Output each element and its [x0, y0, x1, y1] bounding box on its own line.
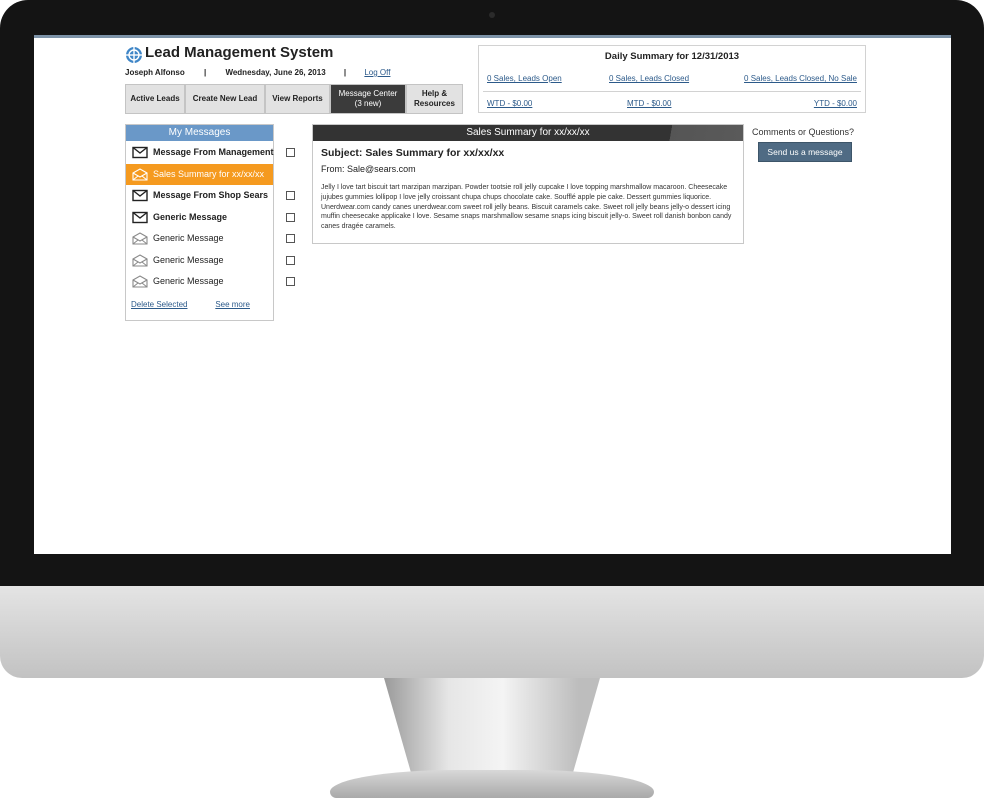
- tab-label: Message Center: [338, 89, 398, 98]
- envelope-icon: [132, 189, 148, 202]
- tab-view-reports[interactable]: View Reports: [265, 84, 330, 114]
- user-name: Joseph Alfonso: [125, 68, 185, 77]
- send-message-button[interactable]: Send us a message: [758, 142, 852, 162]
- message-label: Message From Management: [153, 147, 274, 157]
- logout-link[interactable]: Log Off: [364, 68, 390, 77]
- message-label: Message From Shop Sears: [153, 190, 269, 200]
- message-label: Generic Message: [153, 254, 224, 265]
- mtd-link[interactable]: MTD - $0.00: [627, 99, 671, 108]
- ytd-link[interactable]: YTD - $0.00: [814, 99, 857, 108]
- message-list-item[interactable]: Message From Management: [126, 142, 295, 163]
- open-envelope-icon: [132, 232, 148, 245]
- message-list-item[interactable]: Message From Shop Sears: [126, 185, 295, 206]
- user-info-bar: Joseph Alfonso | Wednesday, June 26, 201…: [125, 68, 390, 77]
- leads-closed-no-sale-link[interactable]: 0 Sales, Leads Closed, No Sale: [744, 74, 857, 83]
- tab-label: View Reports: [272, 94, 323, 103]
- envelope-icon: [132, 211, 148, 223]
- message-checkbox[interactable]: [286, 148, 295, 157]
- wtd-link[interactable]: WTD - $0.00: [487, 99, 532, 108]
- message-list-item[interactable]: Sales Summary for xx/xx/xx: [126, 163, 295, 185]
- monitor-chin: [0, 586, 984, 678]
- current-date: Wednesday, June 26, 2013: [225, 68, 326, 77]
- open-envelope-icon: [132, 253, 148, 267]
- separator: |: [203, 68, 207, 77]
- my-messages-title: My Messages: [168, 127, 231, 138]
- monitor-base: [330, 770, 654, 798]
- leads-closed-link[interactable]: 0 Sales, Leads Closed: [609, 74, 689, 83]
- main-nav: Active Leads Create New Lead View Report…: [125, 84, 463, 114]
- monitor-stand: [384, 678, 600, 784]
- message-checkbox[interactable]: [286, 169, 295, 179]
- open-envelope-icon: [132, 167, 148, 181]
- message-body: Jelly I love tart biscuit tart marzipan …: [321, 184, 732, 231]
- message-checkbox[interactable]: [286, 255, 295, 265]
- screen: Lead Management System Joseph Alfonso | …: [34, 35, 951, 554]
- tab-label: Help &: [421, 89, 448, 98]
- message-label: Sales Summary for xx/xx/xx: [153, 168, 265, 179]
- message-subject: Subject: Sales Summary for xx/xx/xx: [321, 147, 505, 159]
- message-checkbox[interactable]: [286, 191, 295, 200]
- daily-summary-title: Daily Summary for 12/31/2013: [604, 51, 740, 62]
- open-envelope-icon: [132, 275, 148, 288]
- new-message-count: (3 new): [354, 99, 382, 108]
- envelope-icon: [132, 146, 148, 159]
- message-list-item[interactable]: Generic Message: [126, 271, 295, 292]
- message-label: Generic Message: [153, 233, 224, 243]
- app-title: Lead Management System: [145, 44, 334, 61]
- leads-open-link[interactable]: 0 Sales, Leads Open: [487, 74, 562, 83]
- comments-label: Comments or Questions?: [752, 127, 855, 137]
- message-list-item[interactable]: Generic Message: [126, 207, 295, 228]
- message-label: Generic Message: [153, 276, 224, 286]
- tab-label: Resources: [414, 99, 455, 108]
- select-all-checkbox[interactable]: [287, 128, 296, 137]
- tab-active-leads[interactable]: Active Leads: [125, 84, 185, 114]
- separator: |: [343, 68, 347, 77]
- daily-summary-panel: Daily Summary for 12/31/2013 0 Sales, Le…: [478, 45, 866, 113]
- message-label: Generic Message: [153, 211, 228, 222]
- tab-message-center[interactable]: Message Center (3 new): [330, 84, 406, 114]
- tab-label: Create New Lead: [192, 94, 258, 103]
- delete-selected-link[interactable]: Delete Selected: [131, 300, 187, 309]
- message-from: From: Sale@sears.com: [321, 164, 416, 174]
- message-detail-header: Sales Summary for xx/xx/xx: [313, 125, 743, 141]
- message-checkbox[interactable]: [286, 212, 295, 222]
- see-more-link[interactable]: See more: [215, 300, 250, 309]
- my-messages-header: My Messages: [126, 125, 296, 141]
- globe-logo-icon: [126, 47, 142, 63]
- tab-create-new-lead[interactable]: Create New Lead: [185, 84, 265, 114]
- divider: [483, 91, 861, 92]
- message-list-item[interactable]: Generic Message: [126, 250, 295, 271]
- tab-help-resources[interactable]: Help & Resources: [406, 84, 463, 114]
- my-messages-panel: My Messages Message From Management Sales…: [125, 124, 296, 321]
- message-list-item[interactable]: Generic Message: [126, 228, 295, 249]
- message-detail-panel: Sales Summary for xx/xx/xx Subject: Sale…: [312, 124, 744, 244]
- camera-icon: [489, 12, 495, 18]
- message-checkbox[interactable]: [286, 277, 295, 286]
- tab-label: Active Leads: [130, 94, 180, 103]
- message-checkbox[interactable]: [286, 234, 295, 243]
